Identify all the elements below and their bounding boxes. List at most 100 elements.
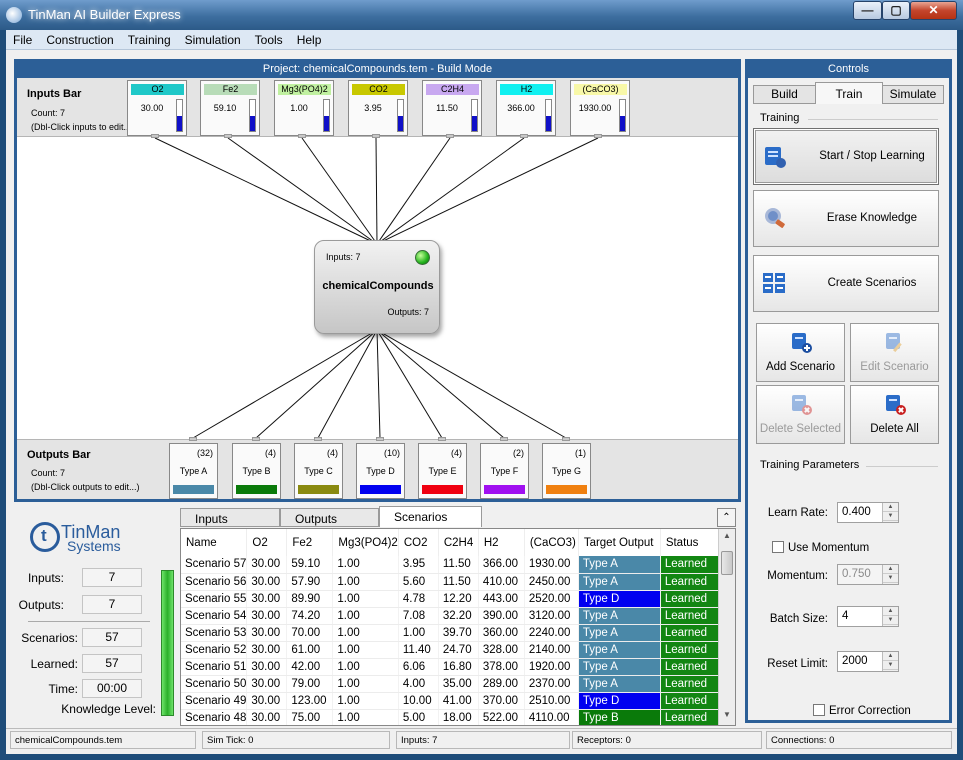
scroll-thumb[interactable] bbox=[721, 551, 733, 575]
maximize-button[interactable]: ▢ bbox=[882, 1, 910, 20]
column-header[interactable]: (CaCO3) bbox=[524, 529, 579, 556]
input-port[interactable] bbox=[446, 134, 454, 138]
column-header[interactable]: Target Output bbox=[578, 529, 661, 556]
table-row[interactable]: Scenario 57 30.00 59.10 1.00 3.95 11.50 366.00… bbox=[181, 556, 720, 574]
output-port[interactable] bbox=[376, 437, 384, 441]
tab-scenarios[interactable]: Scenarios bbox=[379, 506, 482, 527]
column-header[interactable]: Fe2 bbox=[286, 529, 334, 556]
delete-selected-icon bbox=[792, 395, 812, 415]
erase-knowledge-button[interactable]: Erase Knowledge bbox=[753, 190, 939, 247]
output-node[interactable]: (4) Type B bbox=[232, 443, 281, 499]
input-node-label: (CaCO3) bbox=[574, 84, 627, 95]
table-row[interactable]: Scenario 52 30.00 61.00 1.00 11.40 24.70 328.0… bbox=[181, 641, 720, 659]
grid-scrollbar[interactable]: ▲ ▼ bbox=[718, 529, 735, 725]
learn-rate-spin-icon[interactable]: ▲ ▼ bbox=[882, 503, 898, 522]
outputs-bar: Outputs Bar Count: 7 (Dbl-Click outputs … bbox=[17, 437, 738, 499]
menu-help[interactable]: Help bbox=[290, 30, 329, 47]
batch-size-stepper[interactable]: 4 ▲ ▼ bbox=[837, 606, 899, 627]
table-row[interactable]: Scenario 48 30.00 75.00 1.00 5.00 18.00 522.00… bbox=[181, 709, 720, 725]
input-node[interactable]: CO2 3.95 bbox=[348, 80, 408, 136]
tab-build[interactable]: Build bbox=[753, 85, 816, 104]
batch-size-spin-icon[interactable]: ▲ ▼ bbox=[882, 607, 898, 626]
collapse-panel-button[interactable]: ⌃ bbox=[717, 508, 736, 527]
table-row[interactable]: Scenario 50 30.00 79.00 1.00 4.00 35.00 289.00… bbox=[181, 675, 720, 693]
edit-scenario-button[interactable]: Edit Scenario bbox=[850, 323, 939, 382]
table-row[interactable]: Scenario 53 30.00 70.00 1.00 1.00 39.70 360.00… bbox=[181, 624, 720, 642]
column-header[interactable]: H2 bbox=[478, 529, 525, 556]
tab-outputs[interactable]: Outputs bbox=[280, 508, 379, 527]
output-node-count: (10) bbox=[383, 448, 400, 458]
output-port[interactable] bbox=[314, 437, 322, 441]
table-row[interactable]: Scenario 51 30.00 42.00 1.00 6.06 16.80 378.00… bbox=[181, 658, 720, 676]
input-port[interactable] bbox=[372, 134, 380, 138]
output-node[interactable]: (32) Type A bbox=[169, 443, 218, 499]
table-row[interactable]: Scenario 49 30.00 123.00 1.00 10.00 41.00 370.… bbox=[181, 692, 720, 710]
menu-file[interactable]: File bbox=[6, 30, 39, 47]
minimize-button[interactable]: — bbox=[853, 1, 882, 20]
column-header[interactable]: C2H4 bbox=[438, 529, 479, 556]
output-node[interactable]: (2) Type F bbox=[480, 443, 529, 499]
column-header[interactable]: O2 bbox=[246, 529, 288, 556]
scroll-down-icon[interactable]: ▼ bbox=[719, 710, 735, 725]
add-scenario-button[interactable]: Add Scenario bbox=[756, 323, 845, 382]
output-node-label: Type B bbox=[242, 466, 271, 476]
input-port[interactable] bbox=[151, 134, 159, 138]
momentum-spin-icon[interactable]: ▲ ▼ bbox=[882, 565, 898, 584]
close-button[interactable]: ✕ bbox=[910, 1, 957, 20]
batch-size-label: Batch Size: bbox=[769, 613, 828, 625]
output-port[interactable] bbox=[189, 437, 197, 441]
menu-construction[interactable]: Construction bbox=[39, 30, 120, 47]
menu-simulation[interactable]: Simulation bbox=[178, 30, 248, 47]
output-node[interactable]: (1) Type G bbox=[542, 443, 591, 499]
input-node[interactable]: O2 30.00 bbox=[127, 80, 187, 136]
input-node-value: 11.50 bbox=[436, 103, 458, 113]
menu-training[interactable]: Training bbox=[121, 30, 178, 47]
column-header[interactable]: CO2 bbox=[398, 529, 439, 556]
use-momentum-checkbox[interactable] bbox=[772, 541, 784, 553]
network-node[interactable]: Inputs: 7 chemicalCompounds Outputs: 7 bbox=[314, 240, 440, 334]
table-cell: 378.00 bbox=[478, 658, 525, 676]
input-port[interactable] bbox=[594, 134, 602, 138]
output-port[interactable] bbox=[252, 437, 260, 441]
column-header[interactable]: Status bbox=[660, 529, 720, 556]
reset-limit-stepper[interactable]: 2000 ▲ ▼ bbox=[837, 651, 899, 672]
output-port[interactable] bbox=[562, 437, 570, 441]
input-port[interactable] bbox=[224, 134, 232, 138]
input-connection-line bbox=[301, 137, 378, 245]
reset-limit-spin-icon[interactable]: ▲ ▼ bbox=[882, 652, 898, 671]
table-cell: 10.00 bbox=[398, 692, 439, 710]
input-node[interactable]: (CaCO3) 1930.00 bbox=[570, 80, 630, 136]
menu-tools[interactable]: Tools bbox=[248, 30, 290, 47]
error-correction-checkbox[interactable] bbox=[813, 704, 825, 716]
table-row[interactable]: Scenario 56 30.00 57.90 1.00 5.60 11.50 410.00… bbox=[181, 573, 720, 591]
table-row[interactable]: Scenario 54 30.00 74.20 1.00 7.08 32.20 390.00… bbox=[181, 607, 720, 625]
scroll-up-icon[interactable]: ▲ bbox=[719, 531, 735, 546]
tab-simulate[interactable]: Simulate bbox=[882, 85, 944, 104]
input-node[interactable]: C2H4 11.50 bbox=[422, 80, 482, 136]
table-row[interactable]: Scenario 55 30.00 89.90 1.00 4.78 12.20 443.00… bbox=[181, 590, 720, 608]
output-node[interactable]: (10) Type D bbox=[356, 443, 405, 499]
table-cell: 11.50 bbox=[438, 556, 479, 574]
input-node[interactable]: Mg3(PO4)2 1.00 bbox=[274, 80, 334, 136]
input-node[interactable]: Fe2 59.10 bbox=[200, 80, 260, 136]
momentum-stepper[interactable]: 0.750 ▲ ▼ bbox=[837, 564, 899, 585]
output-port[interactable] bbox=[438, 437, 446, 441]
table-cell: Scenario 48 bbox=[181, 709, 248, 725]
input-node[interactable]: H2 366.00 bbox=[496, 80, 556, 136]
start-stop-learning-button[interactable]: Start / Stop Learning bbox=[753, 128, 939, 185]
output-node[interactable]: (4) Type E bbox=[418, 443, 467, 499]
input-node-label: H2 bbox=[500, 84, 553, 95]
input-port[interactable] bbox=[298, 134, 306, 138]
create-scenarios-button[interactable]: Create Scenarios bbox=[753, 255, 939, 312]
tab-inputs[interactable]: Inputs bbox=[180, 508, 280, 527]
column-header[interactable]: Name bbox=[181, 529, 248, 556]
column-header[interactable]: Mg3(PO4)2 bbox=[332, 529, 399, 556]
delete-selected-button[interactable]: Delete Selected bbox=[756, 385, 845, 444]
output-node[interactable]: (4) Type C bbox=[294, 443, 343, 499]
learn-rate-stepper[interactable]: 0.400 ▲ ▼ bbox=[837, 502, 899, 523]
output-port[interactable] bbox=[500, 437, 508, 441]
table-cell: 11.40 bbox=[398, 641, 439, 659]
delete-all-button[interactable]: Delete All bbox=[850, 385, 939, 444]
input-port[interactable] bbox=[520, 134, 528, 138]
tab-train[interactable]: Train bbox=[815, 82, 883, 104]
